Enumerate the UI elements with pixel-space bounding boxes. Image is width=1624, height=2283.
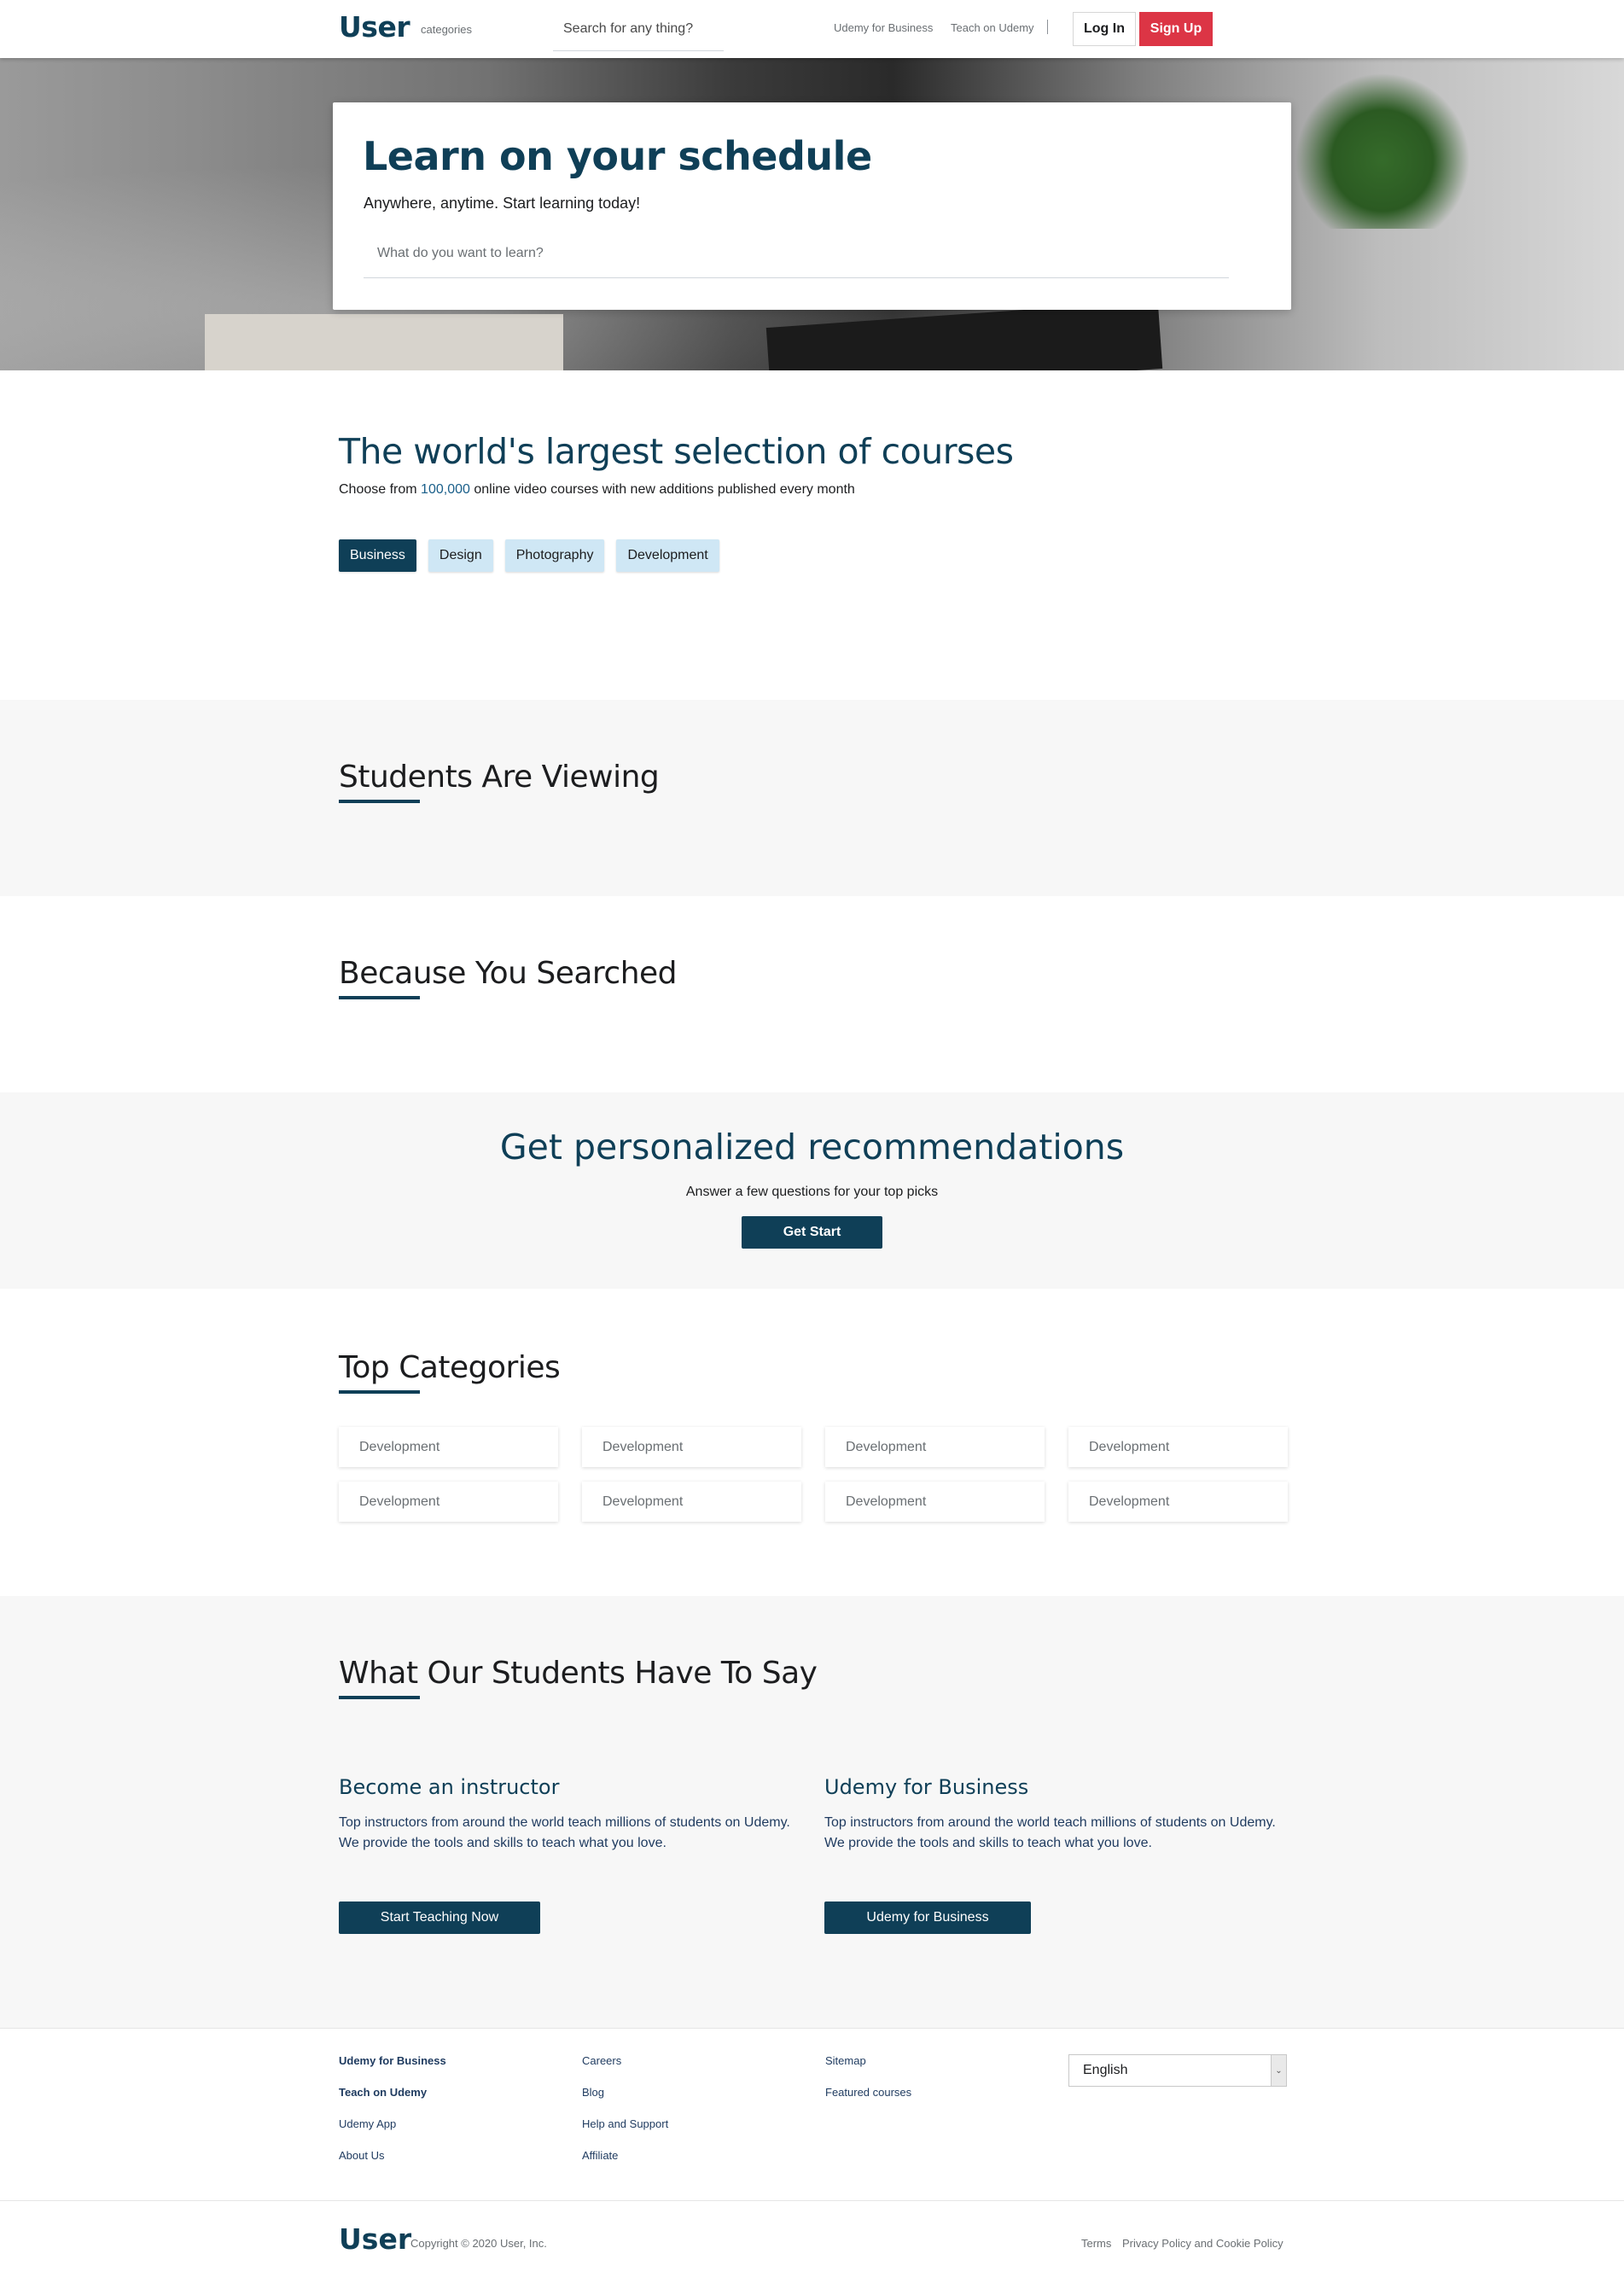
nav-divider	[1047, 20, 1048, 34]
title-underline	[339, 1390, 420, 1394]
hero-notebook-decoration	[205, 314, 563, 370]
footer-link[interactable]: Affiliate	[582, 2149, 668, 2162]
testimonials-section: What Our Students Have To Say Become an …	[0, 1596, 1624, 2028]
category-card[interactable]: Development	[1068, 1482, 1288, 1522]
business-heading: Udemy for Business	[824, 1775, 1029, 1799]
tab-photography[interactable]: Photography	[504, 539, 605, 572]
personalized-title: Get personalized recommendations	[499, 1127, 1125, 1168]
courses-section: The world's largest selection of courses…	[339, 431, 1014, 498]
courses-title: The world's largest selection of courses	[339, 431, 1014, 472]
language-select[interactable]: English ⌄	[1068, 2054, 1287, 2087]
course-tabs: Business Design Photography Development	[339, 539, 719, 572]
courses-sub-prefix: Choose from	[339, 482, 422, 497]
signup-button[interactable]: Sign Up	[1139, 12, 1213, 46]
courses-sub-suffix: online video courses with new additions …	[469, 482, 855, 497]
category-card[interactable]: Development	[582, 1482, 801, 1522]
title-underline	[339, 996, 420, 999]
courses-count: 100,000	[421, 482, 470, 497]
terms-link[interactable]: Terms	[1081, 2237, 1111, 2250]
students-viewing-section: Students Are Viewing	[0, 700, 1624, 896]
courses-subtitle: Choose from 100,000 online video courses…	[339, 482, 1014, 498]
footer-link[interactable]: Blog	[582, 2086, 668, 2099]
category-card[interactable]: Development	[825, 1427, 1045, 1467]
nav-link-udemy-business[interactable]: Udemy for Business	[834, 21, 933, 34]
students-viewing-title: Students Are Viewing	[339, 760, 660, 795]
footer-link[interactable]: Featured courses	[825, 2086, 911, 2099]
copyright-text: Copyright © 2020 User, Inc.	[410, 2237, 547, 2250]
search-input[interactable]	[553, 7, 724, 51]
hero-title: Learn on your schedule	[363, 133, 872, 179]
start-teaching-button[interactable]: Start Teaching Now	[339, 1902, 540, 1934]
hero-search-input[interactable]	[364, 229, 1229, 278]
footer-column-1: Udemy for Business Teach on Udemy Udemy …	[339, 2054, 446, 2162]
login-button[interactable]: Log In	[1073, 12, 1136, 46]
brand-logo[interactable]: User	[339, 10, 410, 44]
title-underline	[339, 800, 420, 803]
testimonials-title: What Our Students Have To Say	[339, 1656, 818, 1691]
footer-links: Udemy for Business Teach on Udemy Udemy …	[0, 2028, 1624, 2201]
top-categories-header: Top Categories	[339, 1350, 561, 1394]
business-column: Udemy for Business Top instructors from …	[824, 1775, 1285, 1934]
footer-link[interactable]: Teach on Udemy	[339, 2086, 446, 2099]
footer-column-2: Careers Blog Help and Support Affiliate	[582, 2054, 668, 2162]
instructor-heading: Become an instructor	[339, 1775, 560, 1799]
footer-link[interactable]: Sitemap	[825, 2054, 911, 2067]
category-card[interactable]: Development	[339, 1482, 558, 1522]
chevron-down-icon: ⌄	[1271, 2055, 1286, 2086]
footer-link[interactable]: About Us	[339, 2149, 446, 2162]
category-card[interactable]: Development	[339, 1427, 558, 1467]
categories-menu[interactable]: categories	[421, 23, 472, 36]
hero-card: Learn on your schedule Anywhere, anytime…	[333, 102, 1291, 310]
top-navbar: User categories Udemy for Business Teach…	[0, 0, 1624, 58]
because-searched-section: Because You Searched	[339, 956, 678, 999]
category-card[interactable]: Development	[1068, 1427, 1288, 1467]
nav-link-teach[interactable]: Teach on Udemy	[951, 21, 1034, 34]
top-categories-title: Top Categories	[339, 1350, 561, 1385]
hero-plant-decoration	[1280, 58, 1485, 229]
category-card[interactable]: Development	[582, 1427, 801, 1467]
category-grid: Development Development Development Deve…	[339, 1427, 1288, 1522]
tab-business[interactable]: Business	[339, 539, 416, 572]
because-searched-title: Because You Searched	[339, 956, 678, 991]
udemy-business-button[interactable]: Udemy for Business	[824, 1902, 1031, 1934]
get-start-button[interactable]: Get Start	[742, 1216, 882, 1249]
privacy-link[interactable]: Privacy Policy and Cookie Policy	[1122, 2237, 1283, 2250]
personalized-subtitle: Answer a few questions for your top pick…	[685, 1185, 939, 1199]
category-card[interactable]: Development	[825, 1482, 1045, 1522]
footer-link[interactable]: Udemy App	[339, 2117, 446, 2130]
title-underline	[339, 1696, 420, 1699]
language-value: English	[1083, 2063, 1128, 2077]
hero-banner: Learn on your schedule Anywhere, anytime…	[0, 58, 1624, 370]
tab-development[interactable]: Development	[616, 539, 719, 572]
footer-link[interactable]: Careers	[582, 2054, 668, 2067]
hero-subtitle: Anywhere, anytime. Start learning today!	[364, 195, 641, 212]
footer-link[interactable]: Udemy for Business	[339, 2054, 446, 2067]
footer-logo[interactable]: User	[339, 2222, 411, 2256]
business-text: Top instructors from around the world te…	[824, 1815, 1276, 1850]
footer-link[interactable]: Help and Support	[582, 2117, 668, 2130]
instructor-column: Become an instructor Top instructors fro…	[339, 1775, 800, 1934]
instructor-text: Top instructors from around the world te…	[339, 1815, 790, 1850]
footer-bottom: User Copyright © 2020 User, Inc. Terms P…	[0, 2202, 1624, 2283]
tab-design[interactable]: Design	[428, 539, 493, 572]
footer-column-3: Sitemap Featured courses	[825, 2054, 911, 2099]
personalized-section: Get personalized recommendations Answer …	[0, 1092, 1624, 1289]
